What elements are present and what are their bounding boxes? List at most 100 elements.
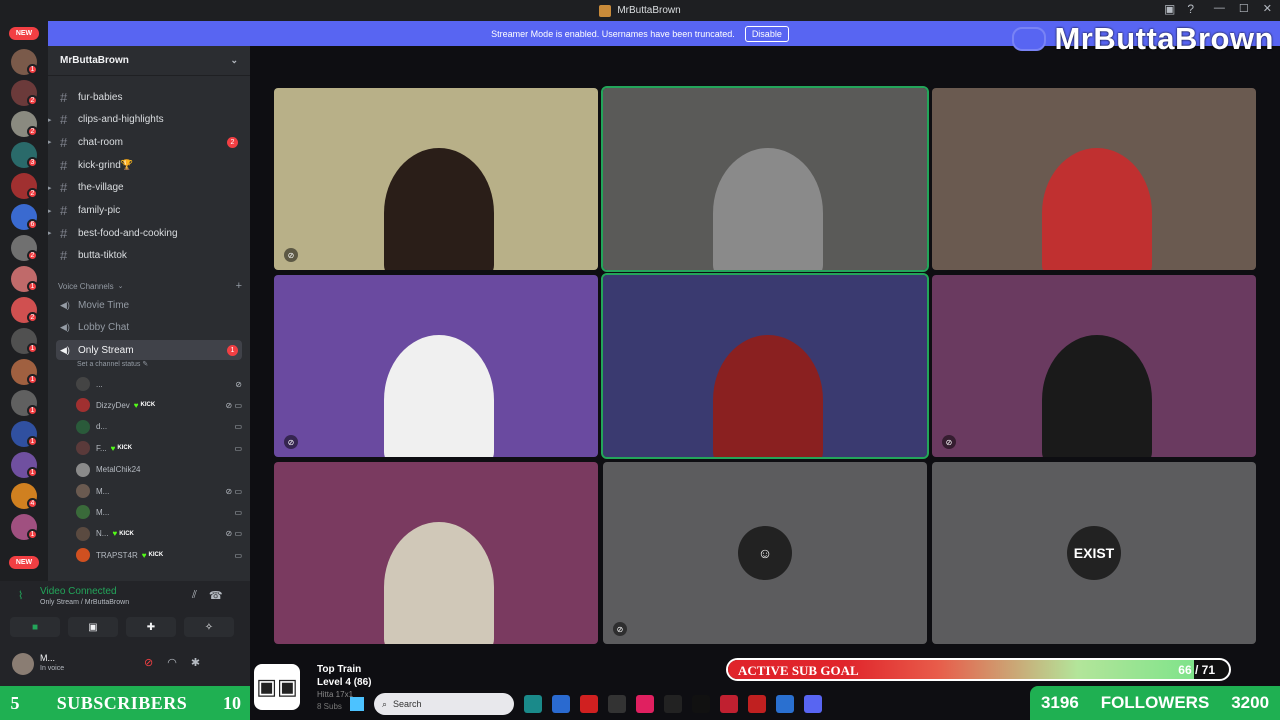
video-tile[interactable]: ☺ ⊘ xyxy=(603,462,927,644)
disable-streamer-mode-button[interactable]: Disable xyxy=(744,25,789,42)
channel-item[interactable]: ▸ # family-pic xyxy=(48,201,242,221)
cod-icon[interactable] xyxy=(692,695,710,713)
terminal-icon[interactable] xyxy=(608,695,626,713)
screen-share-button[interactable]: ▣ xyxy=(68,617,118,637)
expand-arrow-icon[interactable]: ▸ xyxy=(48,229,52,237)
headphones-icon[interactable]: ◠ xyxy=(167,656,177,669)
channel-item[interactable]: ▸ # the-village xyxy=(48,178,242,198)
chrome-icon[interactable] xyxy=(776,695,794,713)
channel-item[interactable]: # kick-grind🏆 xyxy=(56,155,242,175)
channel-item[interactable]: # fur-babies xyxy=(56,87,242,107)
voice-channel-name: Only Stream xyxy=(78,344,134,356)
opera-icon[interactable] xyxy=(748,695,766,713)
avatar xyxy=(76,441,90,456)
video-tile[interactable]: EXIST xyxy=(932,462,1256,644)
windows-start-icon[interactable] xyxy=(350,697,364,711)
channel-name: fur-babies xyxy=(78,91,123,103)
voice-channel-item[interactable]: ◀) Lobby Chat xyxy=(56,318,242,338)
video-tile[interactable] xyxy=(932,88,1256,270)
edge-icon[interactable] xyxy=(524,695,542,713)
video-tile[interactable] xyxy=(601,273,929,459)
app-icon[interactable] xyxy=(720,695,738,713)
video-tile[interactable]: ⊘ xyxy=(274,275,598,457)
disconnect-icon[interactable]: ☎ xyxy=(209,589,223,602)
voice-user[interactable]: d... ▭ xyxy=(76,417,242,437)
kick-label: KICK xyxy=(119,530,134,537)
channel-status[interactable]: Set a channel status ✎ xyxy=(77,360,148,368)
github-icon[interactable] xyxy=(664,695,682,713)
channel-item[interactable]: ▸ # chat-room 2 xyxy=(48,132,242,152)
maximize-button[interactable]: ☐ xyxy=(1239,2,1249,15)
participant-video xyxy=(713,148,823,270)
voice-channel-item[interactable]: ◀) Movie Time xyxy=(56,295,242,315)
voice-connected-channel[interactable]: Only Stream / MrButtaBrown xyxy=(40,599,129,606)
discord-icon[interactable] xyxy=(804,695,822,713)
server-name: MrButtaBrown xyxy=(60,55,129,66)
expand-arrow-icon[interactable]: ▸ xyxy=(48,138,52,146)
help-icon[interactable]: ? xyxy=(1187,2,1194,16)
channel-name: family-pic xyxy=(78,205,121,216)
voice-user-name: MetalChik24 xyxy=(96,465,141,475)
voice-user[interactable]: DizzyDev ♥ KICK ⊘ ▭ xyxy=(76,395,242,415)
video-grid: ⊘ ⊘ ⊘ ☺ ⊘ EXIST xyxy=(274,86,1256,646)
participant-video xyxy=(384,522,494,644)
expand-arrow-icon[interactable]: ▸ xyxy=(48,116,52,124)
brand-name: MrButtaBrown xyxy=(1054,21,1274,56)
voice-user-status-icons: ⊘ ▭ xyxy=(225,529,242,539)
video-tile[interactable] xyxy=(274,462,598,644)
server-badge: 1 xyxy=(27,529,38,540)
voice-channel-item[interactable]: ◀) Only Stream 1 xyxy=(56,340,242,361)
tiktok-icon[interactable] xyxy=(636,695,654,713)
mute-mic-icon[interactable]: ⊘ xyxy=(144,656,153,669)
minimize-button[interactable]: — xyxy=(1214,2,1225,15)
hash-icon: # xyxy=(60,89,68,105)
settings-gear-icon[interactable]: ✱ xyxy=(191,656,200,669)
server-header[interactable]: MrButtaBrown ⌄ xyxy=(48,46,250,76)
participant-video xyxy=(384,335,494,457)
video-tile[interactable]: ⊘ xyxy=(932,275,1256,457)
add-channel-icon[interactable]: + xyxy=(236,280,242,292)
channel-item[interactable]: ▸ # best-food-and-cooking xyxy=(48,223,242,243)
voice-channels-header[interactable]: Voice Channels ⌄ + xyxy=(58,280,242,292)
hash-icon: # xyxy=(60,180,68,196)
avatar xyxy=(76,419,90,434)
voice-user-status-icons: ▭ xyxy=(234,507,242,517)
voice-user-status-icons: ⊘ ▭ xyxy=(225,486,242,496)
voice-user[interactable]: M... ⊘ ▭ xyxy=(76,481,242,501)
voice-user[interactable]: N... ♥ KICK ⊘ ▭ xyxy=(76,524,242,544)
soundboard-icon: ✧ xyxy=(204,621,214,633)
video-tile[interactable] xyxy=(601,86,929,272)
voice-user[interactable]: ... ⊘ xyxy=(76,374,242,394)
inbox-icon[interactable]: ▣ xyxy=(1164,2,1175,16)
hash-icon: # xyxy=(60,225,68,241)
channel-name: best-food-and-cooking xyxy=(78,227,178,239)
expand-arrow-icon[interactable]: ▸ xyxy=(48,207,52,215)
activities-button[interactable]: ✚ xyxy=(126,617,176,637)
avatar[interactable] xyxy=(12,653,34,675)
subs-current: 5 xyxy=(10,692,20,713)
voice-user[interactable]: M... ▭ xyxy=(76,502,242,522)
channel-name: chat-room xyxy=(78,136,124,148)
channel-item[interactable]: ▸ # clips-and-highlights xyxy=(48,110,242,130)
youtube-icon[interactable] xyxy=(580,695,598,713)
soundboard-button[interactable]: ✧ xyxy=(184,617,234,637)
followers-bar: 3196 FOLLOWERS 3200 xyxy=(1030,686,1280,720)
close-button[interactable]: ✕ xyxy=(1263,2,1272,15)
participant-video xyxy=(384,148,494,270)
expand-arrow-icon[interactable]: ▸ xyxy=(48,184,52,192)
speaker-icon: ◀) xyxy=(60,322,70,333)
voice-user[interactable]: TRAPST4R ♥ KICK ▭ xyxy=(76,545,242,565)
video-tile[interactable]: ⊘ xyxy=(274,88,598,270)
server-badge: 1 xyxy=(27,281,38,292)
taskbar-search[interactable]: ⌕ Search xyxy=(374,693,514,715)
heart-icon: ♥ xyxy=(141,550,147,560)
server-badge: 2 xyxy=(27,250,38,261)
train-title: Top Train xyxy=(317,664,362,675)
train-line-3: Hitta 17x1 xyxy=(317,690,354,699)
noise-suppression-icon[interactable]: ⫽ xyxy=(192,589,197,602)
channel-item[interactable]: # butta-tiktok xyxy=(56,246,242,266)
camera-button[interactable]: ■ xyxy=(10,617,60,637)
voice-user[interactable]: F... ♥ KICK ▭ xyxy=(76,438,242,458)
voice-user[interactable]: MetalChik24 xyxy=(76,460,242,480)
store-icon[interactable] xyxy=(552,695,570,713)
